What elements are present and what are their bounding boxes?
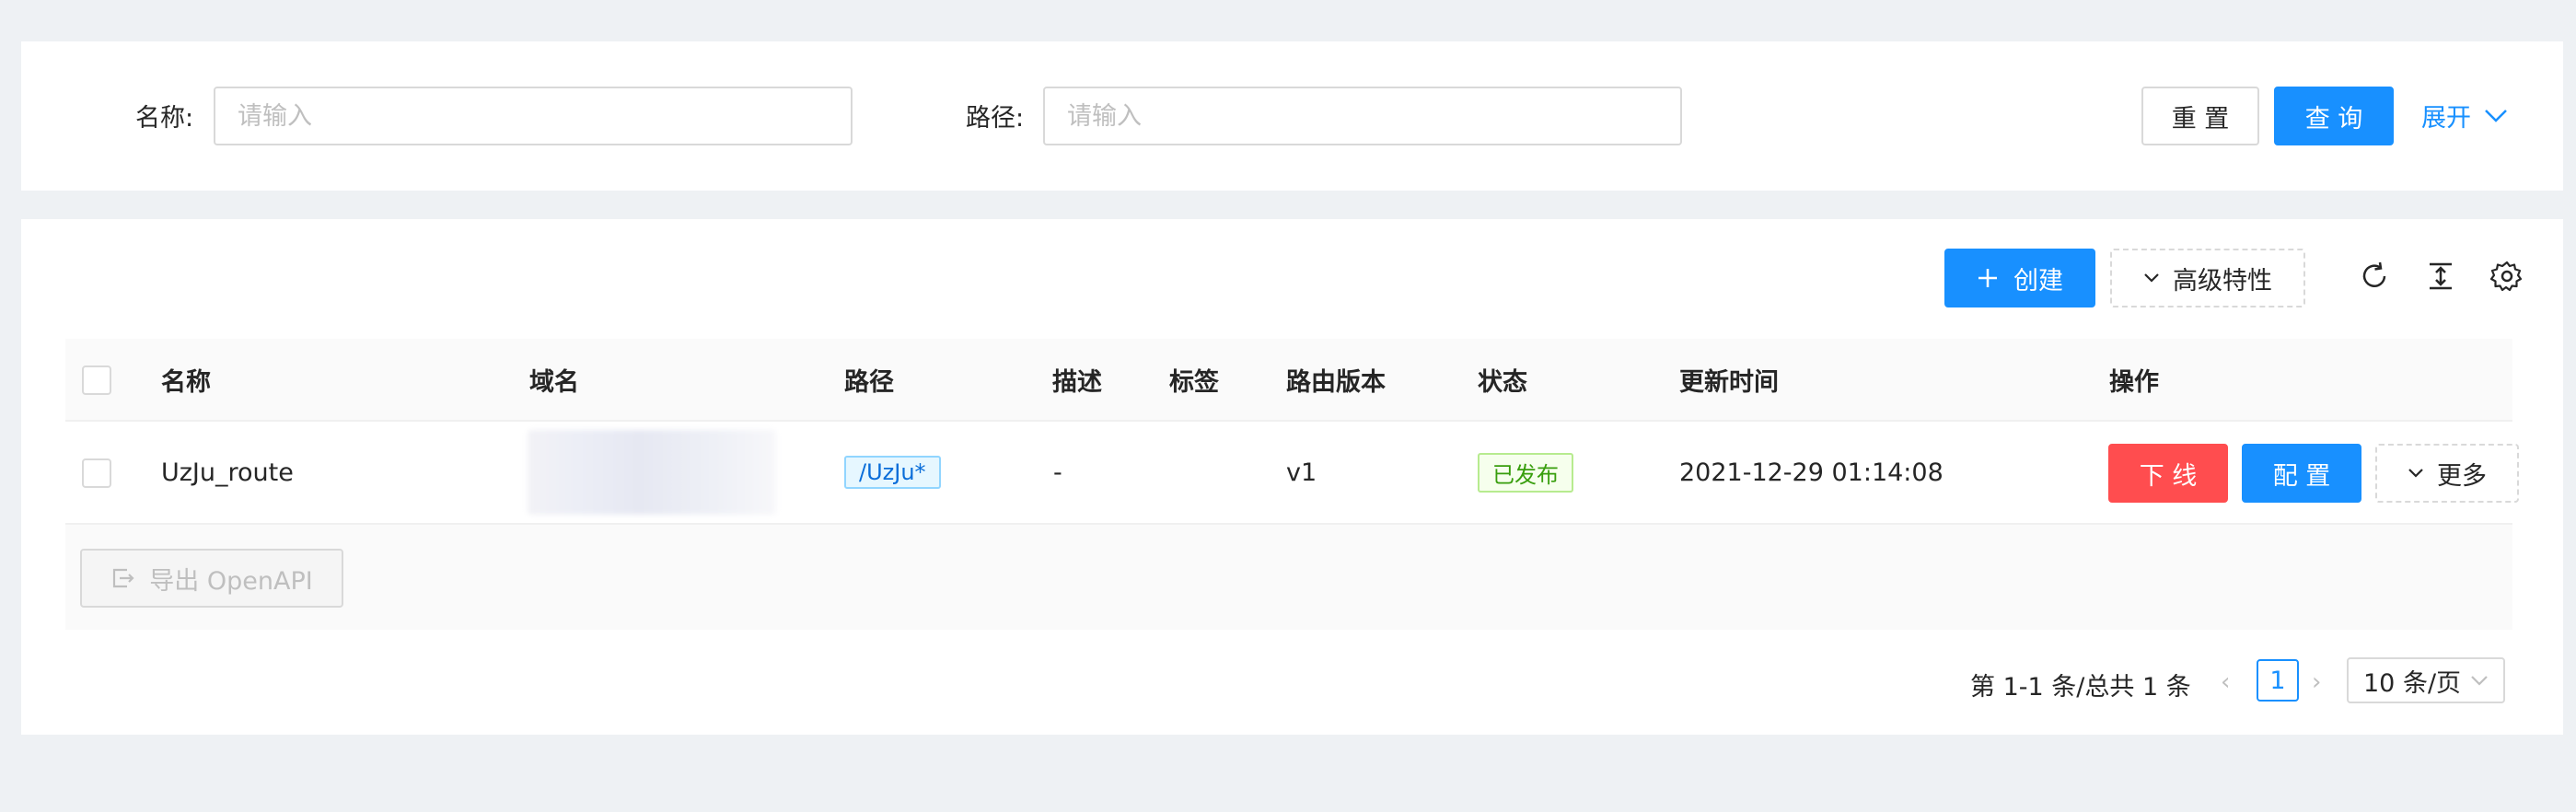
- expand-label: 展开: [2421, 104, 2471, 133]
- path-input[interactable]: [1045, 88, 1680, 144]
- domain-cell: [528, 422, 776, 523]
- name-label: 名称:: [135, 104, 194, 133]
- description-cell: -: [1053, 458, 1062, 487]
- pagination-page-1[interactable]: 1: [2257, 659, 2299, 702]
- column-header-description[interactable]: 描述: [1052, 339, 1102, 420]
- export-openapi-label: 导出 OpenAPI: [149, 566, 313, 596]
- path-tag: /UzJu*: [844, 456, 941, 489]
- route-version-cell: v1: [1286, 458, 1317, 487]
- column-header-updated-time[interactable]: 更新时间: [1679, 339, 1779, 420]
- table-header: 名称 域名 路径 描述 标签 路由版本 状态 更新时间 操作: [65, 339, 2512, 422]
- table-footer: 导出 OpenAPI: [65, 525, 2512, 630]
- column-header-tags[interactable]: 标签: [1169, 339, 1219, 420]
- updated-time-cell: 2021-12-29 01:14:08: [1679, 458, 1944, 487]
- export-openapi-button[interactable]: 导出 OpenAPI: [80, 549, 343, 608]
- redacted-domain: [528, 430, 776, 515]
- status-cell: 已发布: [1478, 422, 1573, 523]
- column-header-status[interactable]: 状态: [1478, 339, 1527, 420]
- status-badge: 已发布: [1478, 452, 1573, 493]
- create-label: 创建: [2013, 266, 2063, 296]
- path-cell: /UzJu*: [844, 422, 941, 523]
- chevron-down-icon: [2485, 109, 2507, 122]
- next-page-icon[interactable]: ›: [2312, 668, 2321, 696]
- select-all-checkbox[interactable]: [82, 365, 111, 395]
- previous-page-icon[interactable]: ‹: [2221, 668, 2230, 696]
- row-select-checkbox[interactable]: [82, 458, 111, 488]
- export-icon: [113, 568, 134, 588]
- chevron-down-icon: [2471, 676, 2488, 686]
- configure-button[interactable]: 配 置: [2242, 444, 2361, 503]
- expand-link[interactable]: 展开: [2421, 98, 2508, 133]
- plus-icon: [1978, 269, 1997, 287]
- column-header-name[interactable]: 名称: [161, 339, 211, 420]
- column-header-path[interactable]: 路径: [844, 339, 894, 420]
- column-header-domain[interactable]: 域名: [529, 339, 579, 420]
- pagination-summary: 第 1-1 条/总共 1 条: [1970, 673, 2191, 702]
- name-input[interactable]: [215, 88, 851, 144]
- path-label: 路径:: [966, 104, 1025, 133]
- page-size-select[interactable]: 10 条/页: [2347, 657, 2506, 703]
- offline-button[interactable]: 下 线: [2108, 444, 2228, 503]
- table-row: UzJu_route /UzJu* - v1 已发布 2021-12-29 01…: [65, 422, 2519, 525]
- chevron-down-icon: [2144, 273, 2159, 283]
- query-button[interactable]: 查 询: [2274, 87, 2394, 145]
- route-table-panel: 创建 高级特性 名称 域名 路径 描述 标签 路由版本 状态 更新时间 操作 U…: [21, 219, 2563, 735]
- route-name: UzJu_route: [161, 458, 294, 487]
- chevron-down-icon: [2408, 469, 2423, 478]
- reset-button[interactable]: 重 置: [2141, 87, 2259, 145]
- more-actions-button[interactable]: 更多: [2375, 444, 2519, 503]
- path-input-wrapper[interactable]: [1043, 87, 1682, 145]
- column-height-icon[interactable]: [2422, 258, 2459, 295]
- more-actions-label: 更多: [2437, 461, 2487, 491]
- advanced-features-label: 高级特性: [2173, 266, 2272, 296]
- advanced-features-button[interactable]: 高级特性: [2110, 249, 2305, 307]
- create-button[interactable]: 创建: [1944, 249, 2095, 307]
- column-header-route-version[interactable]: 路由版本: [1286, 339, 1386, 420]
- settings-gear-icon[interactable]: [2489, 258, 2525, 295]
- column-header-actions: 操作: [2109, 367, 2159, 397]
- name-input-wrapper[interactable]: [214, 87, 853, 145]
- refresh-icon[interactable]: [2356, 258, 2393, 295]
- search-panel: 名称: 路径: 重 置 查 询 展开: [21, 41, 2563, 191]
- page-size-value: 10 条/页: [2363, 668, 2462, 698]
